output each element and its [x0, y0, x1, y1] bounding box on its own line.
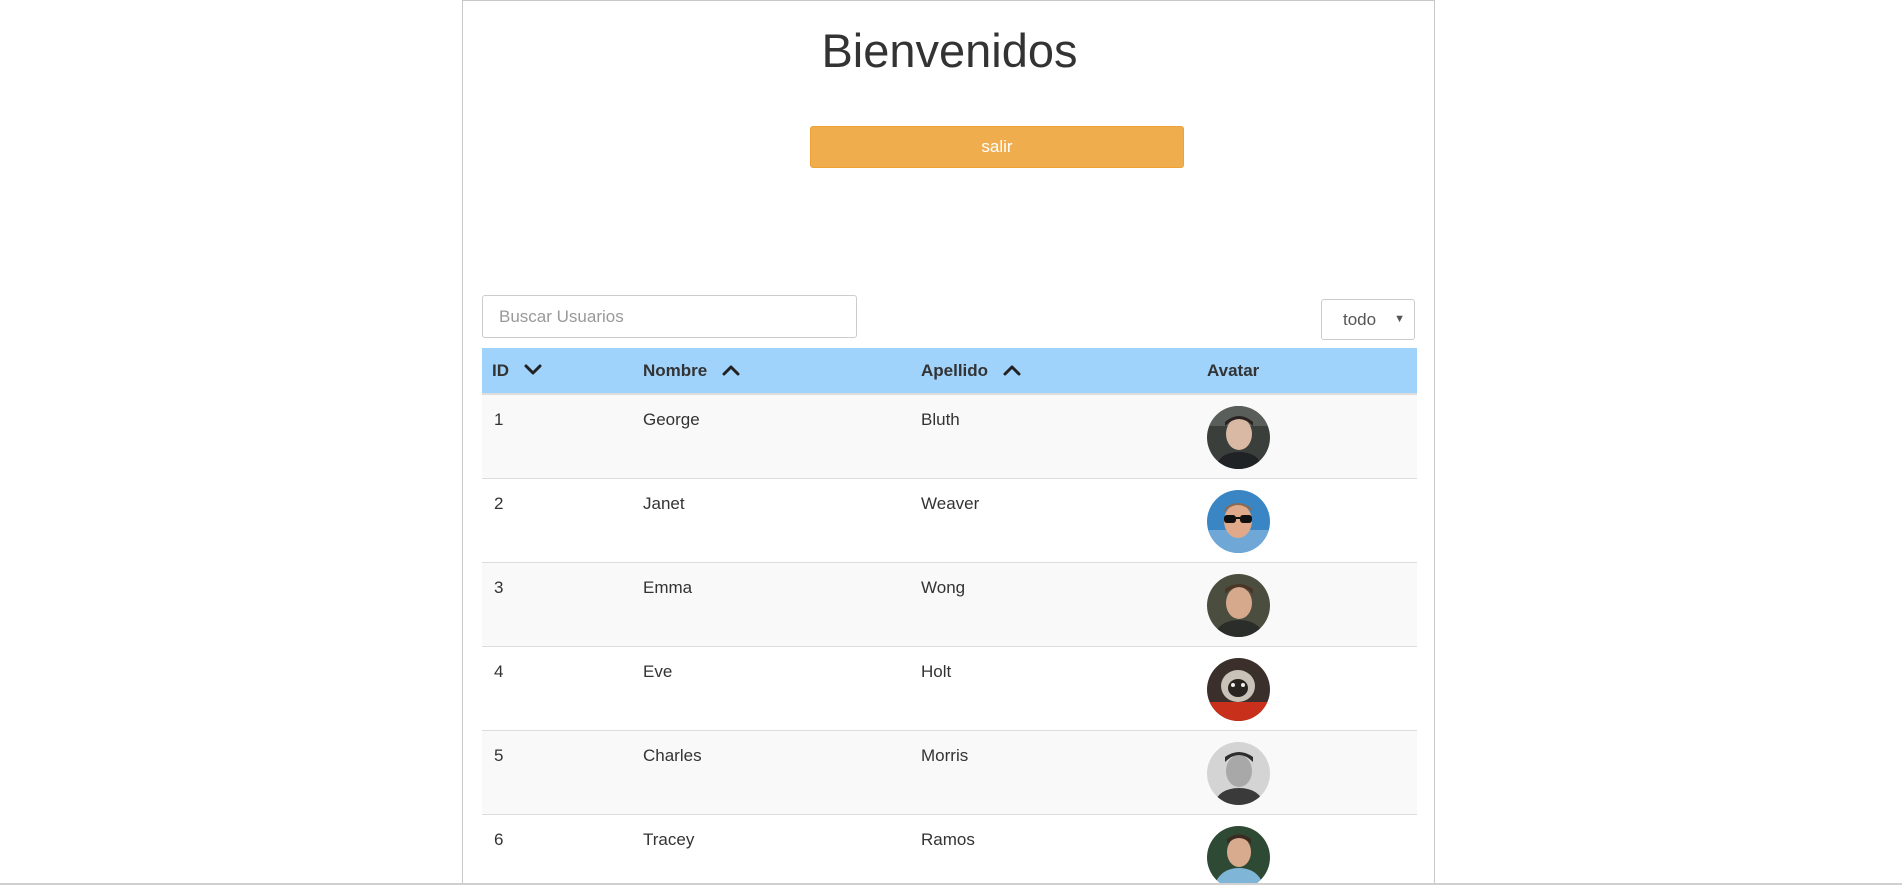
- cell-last-name: Ramos: [921, 830, 975, 849]
- filter-select-value: todo: [1343, 310, 1377, 329]
- logout-button[interactable]: salir: [810, 126, 1184, 168]
- page: Bienvenidos salir todo ▼ ID Nombre: [0, 0, 1902, 885]
- cell-first-name: Eve: [643, 662, 673, 681]
- column-header-label: Apellido: [921, 361, 989, 380]
- main-panel: Bienvenidos salir todo ▼ ID Nombre: [462, 0, 1435, 885]
- cell-id: 3: [494, 578, 504, 597]
- avatar: [1207, 658, 1270, 721]
- table-row: 6 Tracey Ramos: [482, 815, 1417, 885]
- page-title: Bienvenidos: [821, 24, 1078, 77]
- chevron-down-icon[interactable]: [524, 348, 542, 393]
- column-header-avatar: Avatar: [1207, 348, 1259, 393]
- cell-id: 2: [494, 494, 504, 513]
- search-input[interactable]: [482, 295, 857, 338]
- cell-last-name: Morris: [921, 746, 969, 765]
- cell-first-name: Charles: [643, 746, 702, 765]
- avatar: [1207, 742, 1270, 805]
- column-header-label: Avatar: [1207, 361, 1260, 380]
- table-row: 3 Emma Wong: [482, 563, 1417, 647]
- table-body: 1 George Bluth 2 Janet Weaver 3 Emma Won…: [482, 395, 1417, 885]
- table-row: 2 Janet Weaver: [482, 479, 1417, 563]
- cell-id: 4: [494, 662, 504, 681]
- cell-last-name: Holt: [921, 662, 952, 681]
- cell-last-name: Wong: [921, 578, 966, 597]
- cell-id: 6: [494, 830, 504, 849]
- avatar: [1207, 826, 1270, 885]
- column-header-label: Nombre: [643, 361, 708, 380]
- table-row: 5 Charles Morris: [482, 731, 1417, 815]
- column-header-apellido[interactable]: Apellido: [921, 348, 1021, 393]
- users-table: ID Nombre Apellido Avatar 1 George Bluth…: [482, 348, 1417, 885]
- column-header-id[interactable]: ID: [492, 348, 542, 393]
- chevron-up-icon[interactable]: [722, 348, 740, 393]
- table-header: ID Nombre Apellido Avatar: [482, 348, 1417, 395]
- chevron-up-icon[interactable]: [1003, 348, 1021, 393]
- cell-first-name: Emma: [643, 578, 693, 597]
- cell-first-name: George: [643, 410, 700, 429]
- dropdown-arrow-icon: ▼: [1394, 313, 1405, 325]
- cell-id: 5: [494, 746, 504, 765]
- filter-select[interactable]: todo ▼: [1321, 299, 1415, 340]
- cell-id: 1: [494, 410, 504, 429]
- cell-first-name: Janet: [643, 494, 685, 513]
- avatar: [1207, 406, 1270, 469]
- column-header-nombre[interactable]: Nombre: [643, 348, 740, 393]
- cell-last-name: Bluth: [921, 410, 960, 429]
- cell-first-name: Tracey: [643, 830, 695, 849]
- avatar: [1207, 574, 1270, 637]
- table-row: 4 Eve Holt: [482, 647, 1417, 731]
- column-header-label: ID: [492, 361, 509, 380]
- avatar: [1207, 490, 1270, 553]
- table-row: 1 George Bluth: [482, 395, 1417, 479]
- cell-last-name: Weaver: [921, 494, 980, 513]
